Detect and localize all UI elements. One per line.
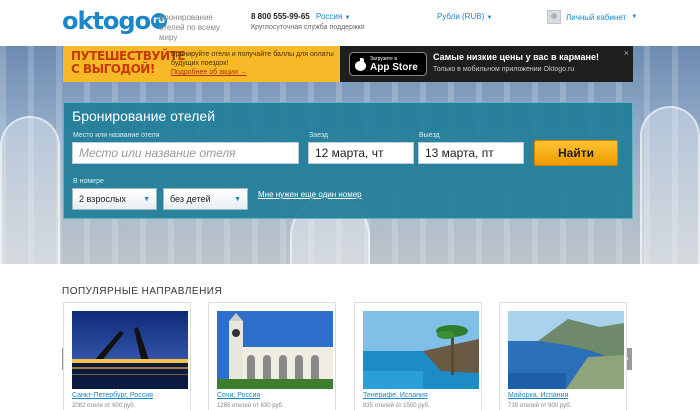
destination-photo	[217, 311, 333, 389]
app-promo-banner: Загрузите в App Store Самые низкие цены …	[340, 46, 633, 82]
promo-text: Бронируйте отели и получайте баллы для о…	[171, 51, 334, 67]
background-arch	[0, 116, 60, 264]
find-button[interactable]: Найти	[534, 140, 618, 166]
hotel-search-panel: Бронирование отелей Место или название о…	[63, 102, 633, 219]
destination-stat: 2082 отеля от 600 руб.	[72, 403, 136, 409]
destination-photo	[363, 311, 479, 389]
chevron-down-icon: ▼	[486, 15, 493, 21]
account-menu[interactable]: Личный кабинет ▼	[547, 10, 637, 24]
checkin-date-input[interactable]: 12 марта, чт	[308, 142, 414, 164]
adults-select[interactable]: 2 взрослых ▼	[72, 188, 157, 210]
destination-stat: 739 отелей от 900 руб.	[508, 403, 572, 409]
support-text: Круглосуточная служба поддержки	[251, 24, 365, 31]
popular-title: ПОПУЛЯРНЫЕ НАПРАВЛЕНИЯ	[62, 286, 223, 297]
destination-card[interactable]: Майорка, Испания 739 отелей от 900 руб.	[499, 302, 627, 410]
tagline: Бронирование отелей по всему миру	[159, 13, 221, 42]
hero-banner: Путешествуйте с выгодой! Бронируйте отел…	[0, 46, 700, 264]
app-promo-title: Самые низкие цены у вас в кармане!	[433, 52, 599, 62]
place-input[interactable]: Место или название отеля	[72, 142, 299, 164]
destination-name[interactable]: Тенерифе, Испания	[363, 392, 428, 399]
place-label: Место или название отеля	[73, 132, 160, 139]
app-store-button[interactable]: Загрузите в App Store	[349, 52, 427, 76]
destination-card[interactable]: Тенерифе, Испания 835 отелей от 1500 руб…	[354, 302, 482, 410]
add-room-link[interactable]: Мне нужен еще один номер	[258, 190, 362, 199]
currency-dropdown[interactable]: Рубли (RUB) ▼	[437, 12, 492, 21]
chevron-down-icon: ▼	[631, 14, 638, 20]
children-select[interactable]: без детей ▼	[163, 188, 248, 210]
checkout-date-input[interactable]: 13 марта, пт	[418, 142, 524, 164]
adults-value: 2 взрослых	[79, 194, 127, 204]
checkin-label: Заезд	[309, 132, 329, 139]
destination-stat: 835 отелей от 1500 руб.	[363, 403, 430, 409]
destination-name[interactable]: Санкт-Петербург, Россия	[72, 392, 153, 399]
points-promo-banner: Путешествуйте с выгодой! Бронируйте отел…	[63, 46, 340, 82]
destination-card[interactable]: Сочи, Россия 1265 отелей от 830 руб.	[208, 302, 336, 410]
destination-stat: 1265 отелей от 830 руб.	[217, 403, 284, 409]
search-title: Бронирование отелей	[72, 108, 216, 124]
logo[interactable]: oktogo ru	[62, 7, 168, 35]
destination-photo	[72, 311, 188, 389]
site-header: oktogo ru Бронирование отелей по всему ми…	[0, 0, 700, 46]
destination-name[interactable]: Майорка, Испания	[508, 392, 568, 399]
checkout-label: Выезд	[419, 132, 440, 139]
phone-number: 8 800 555-99-65	[251, 12, 310, 21]
chevron-down-icon: ▼	[143, 196, 150, 203]
app-promo-subtitle: Только в мобильном приложении Oktogo.ru	[433, 66, 575, 73]
chevron-down-icon: ▼	[344, 15, 351, 21]
destination-card[interactable]: Санкт-Петербург, Россия 2082 отеля от 60…	[63, 302, 191, 410]
promo-more-link[interactable]: Подробнее об акции →	[171, 69, 247, 76]
currency-label: Рубли (RUB)	[437, 12, 485, 21]
chevron-down-icon: ▼	[234, 196, 241, 203]
appstore-big-label: App Store	[370, 61, 418, 73]
rooms-label: В номере	[73, 178, 104, 185]
background-arch	[640, 106, 700, 264]
logo-text: oktogo	[62, 7, 151, 35]
promo-title: Путешествуйте с выгодой!	[71, 49, 186, 76]
destination-name[interactable]: Сочи, Россия	[217, 392, 260, 399]
user-avatar-icon	[547, 10, 561, 24]
region-dropdown[interactable]: Россия ▼	[316, 12, 350, 21]
destination-photo	[508, 311, 624, 389]
close-icon[interactable]: ×	[624, 48, 629, 58]
region-label: Россия	[316, 12, 343, 21]
account-label: Личный кабинет	[566, 12, 627, 22]
apple-icon	[355, 57, 366, 71]
children-value: без детей	[170, 194, 211, 204]
